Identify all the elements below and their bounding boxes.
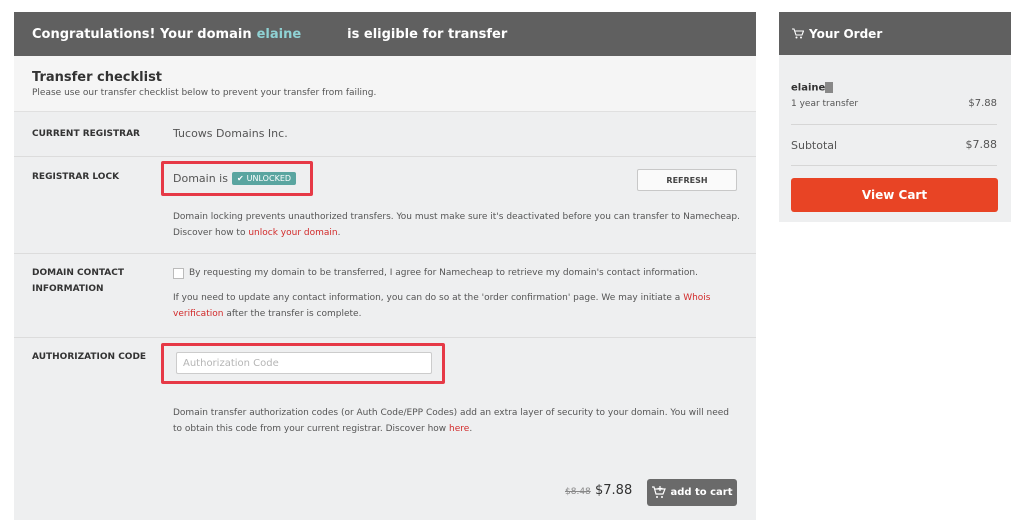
row-authorization-code: AUTHORIZATION CODE Domain transfer autho…: [14, 338, 756, 466]
lock-desc-end: .: [337, 228, 341, 238]
lock-status: Domain is ✔ UNLOCKED: [173, 172, 297, 185]
view-cart-button[interactable]: View Cart: [791, 178, 998, 212]
domain-is-text: Domain is: [173, 172, 228, 185]
whois-link[interactable]: Whois: [683, 293, 710, 303]
order-header: Your Order: [779, 12, 1011, 55]
contact-info-suffix: after the transfer is complete.: [226, 309, 362, 319]
unlocked-text: UNLOCKED: [246, 174, 292, 183]
add-to-cart-label: add to cart: [670, 487, 733, 498]
subtotal-value: $7.88: [965, 138, 998, 151]
lock-description: Domain locking prevents unauthorized tra…: [173, 209, 743, 241]
contact-info-text: If you need to update any contact inform…: [173, 290, 743, 322]
contact-consent-text: By requesting my domain to be transferre…: [189, 268, 698, 278]
contact-info-line1: If you need to update any contact inform…: [173, 290, 743, 306]
header-prefix: Congratulations! Your domain: [32, 26, 252, 42]
transfer-panel: Congratulations! Your domain elaine is e…: [14, 12, 756, 520]
lock-desc-line2: Discover how to unlock your domain.: [173, 225, 743, 241]
order-item-price: $7.88: [968, 98, 997, 109]
unlock-domain-link[interactable]: unlock your domain: [248, 228, 337, 238]
auth-desc-end: .: [469, 424, 473, 434]
cart-icon: [792, 28, 804, 39]
auth-description: Domain transfer authorization codes (or …: [173, 405, 743, 437]
order-item-redacted: [825, 82, 834, 93]
order-title: Your Order: [809, 26, 883, 41]
checklist-title: Transfer checklist: [32, 70, 163, 85]
price-footer: $8.48 $7.88 add to cart: [14, 467, 756, 520]
contact-info-line2: verification after the transfer is compl…: [173, 306, 743, 322]
registrar-lock-label: REGISTRAR LOCK: [32, 172, 120, 182]
authorization-code-label: AUTHORIZATION CODE: [32, 352, 147, 362]
current-registrar-label: CURRENT REGISTRAR: [32, 129, 140, 139]
order-item: elaine: [791, 82, 834, 94]
order-item-name: elaine: [791, 82, 826, 94]
order-divider: [791, 124, 997, 125]
authorization-code-input[interactable]: [176, 352, 432, 374]
auth-desc-line1: Domain transfer authorization codes (or …: [173, 408, 730, 418]
subtotal-label: Subtotal: [791, 139, 838, 152]
order-item-sub: 1 year transfer: [791, 99, 859, 109]
header-suffix: is eligible for transfer: [347, 26, 508, 42]
cart-plus-icon: [652, 486, 667, 498]
old-price: $8.48: [565, 487, 591, 497]
row-domain-contact: DOMAIN CONTACT INFORMATION By requesting…: [14, 254, 756, 338]
row-registrar-lock: REGISTRAR LOCK Domain is ✔ UNLOCKED REFR…: [14, 157, 756, 254]
current-price: $7.88: [595, 483, 633, 498]
auth-desc-prefix: to obtain this code from your current re…: [173, 424, 447, 434]
lock-desc-line1: Domain locking prevents unauthorized tra…: [173, 212, 740, 222]
checklist-intro: Transfer checklist Please use our transf…: [14, 56, 756, 112]
add-to-cart-button[interactable]: add to cart: [647, 479, 737, 506]
auth-desc-line2: to obtain this code from your current re…: [173, 421, 743, 437]
subtotal-divider: [791, 165, 997, 166]
check-icon: ✔: [236, 174, 244, 183]
row-current-registrar: CURRENT REGISTRAR Tucows Domains Inc.: [14, 112, 756, 157]
eligibility-header: Congratulations! Your domain elaine is e…: [14, 12, 756, 56]
refresh-button[interactable]: REFRESH: [637, 169, 737, 191]
domain-contact-label: DOMAIN CONTACT INFORMATION: [32, 268, 124, 294]
checklist-subtitle: Please use our transfer checklist below …: [32, 88, 377, 98]
lock-desc-prefix: Discover how to: [173, 228, 246, 238]
verification-link[interactable]: verification: [173, 309, 223, 319]
auth-here-link[interactable]: here: [449, 424, 469, 434]
header-domain: elaine: [256, 26, 302, 42]
unlocked-badge: ✔ UNLOCKED: [231, 172, 297, 185]
contact-consent-checkbox[interactable]: [173, 268, 184, 279]
contact-info-prefix: If you need to update any contact inform…: [173, 293, 681, 303]
current-registrar-value: Tucows Domains Inc.: [173, 127, 288, 140]
order-summary-panel: Your Order elaine 1 year transfer $7.88 …: [779, 12, 1011, 222]
